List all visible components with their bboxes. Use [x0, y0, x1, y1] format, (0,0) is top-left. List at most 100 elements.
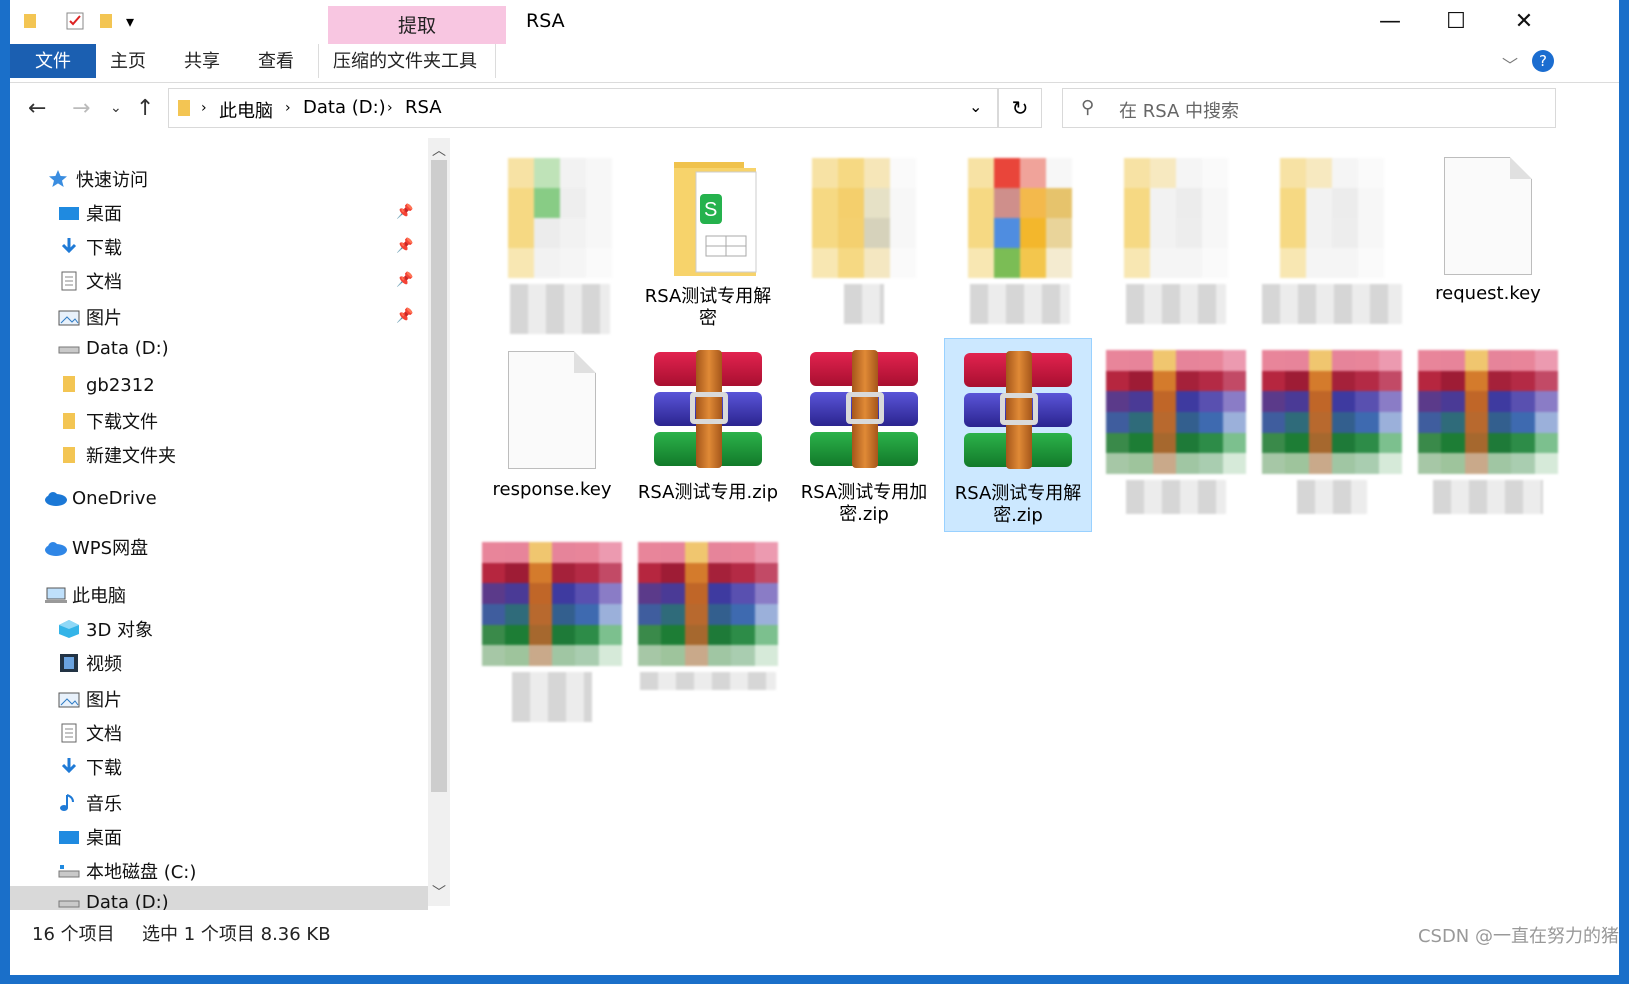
scroll-down-icon[interactable]: ﹀ — [428, 882, 450, 902]
nav-music[interactable]: 音乐 — [58, 790, 122, 816]
minimize-button[interactable]: — — [1362, 6, 1418, 38]
search-input[interactable]: ⚲ 在 RSA 中搜索 — [1062, 88, 1556, 128]
chevron-down-icon[interactable]: ⌄ — [969, 97, 982, 116]
svg-text:S: S — [704, 199, 717, 221]
blurred-label — [1126, 284, 1226, 324]
ribbon-expand-icon[interactable]: ﹀ — [1502, 52, 1518, 76]
help-icon[interactable]: ? — [1532, 50, 1554, 72]
file-item-blurred[interactable] — [1102, 158, 1250, 324]
file-item-blurred[interactable] — [1102, 350, 1250, 514]
nav-gb2312[interactable]: gb2312 — [58, 374, 155, 396]
context-tab-extract[interactable]: 提取 — [328, 6, 506, 44]
nav-downloads[interactable]: 下载 — [58, 234, 122, 260]
file-item-blurred[interactable] — [634, 542, 782, 690]
forward-arrow-icon[interactable]: → — [72, 96, 90, 121]
file-item-rsa-decrypt-folder[interactable]: S RSA测试专用解密 — [634, 158, 782, 330]
folder-icon — [177, 98, 191, 123]
file-item-rsa-encrypt-zip[interactable]: RSA测试专用加密.zip — [790, 348, 938, 526]
nav-download-files[interactable]: 下载文件 — [58, 408, 158, 434]
up-arrow-icon[interactable]: ↑ — [136, 96, 154, 121]
pin-icon[interactable]: 📌 — [396, 238, 413, 254]
ribbon: 文件 主页 共享 查看 压缩的文件夹工具 ﹀ ? — [10, 44, 1619, 83]
blurred-label — [512, 672, 592, 722]
explorer-window: ▾ 提取 RSA — ☐ ✕ 文件 主页 共享 查看 压缩的文件夹工具 ﹀ ? … — [10, 0, 1619, 975]
file-item-blurred[interactable] — [486, 158, 634, 334]
pin-icon[interactable]: 📌 — [396, 308, 413, 324]
nav-data-drive[interactable]: Data (D:) — [58, 338, 169, 359]
file-item-rsa-zip[interactable]: RSA测试专用.zip — [634, 348, 782, 504]
nav-this-pc[interactable]: 此电脑 — [44, 582, 126, 608]
file-item-blurred[interactable] — [1414, 350, 1562, 514]
window-title: RSA — [526, 10, 565, 32]
blurred-thumbnail — [812, 158, 916, 278]
nav-pc-pictures[interactable]: 图片 — [58, 686, 122, 712]
nav-documents[interactable]: 文档 — [58, 268, 122, 294]
blurred-thumbnail — [1262, 350, 1402, 474]
chevron-right-icon: › — [387, 100, 393, 116]
film-icon — [58, 653, 80, 673]
wps-folder-icon: S — [646, 158, 770, 282]
nav-videos[interactable]: 视频 — [58, 650, 122, 676]
tab-file[interactable]: 文件 — [10, 44, 96, 78]
breadcrumb-this-pc[interactable]: 此电脑 — [219, 97, 273, 123]
blurred-thumbnail — [1280, 158, 1384, 278]
nav-pc-downloads[interactable]: 下载 — [58, 754, 122, 780]
folder-icon[interactable] — [22, 12, 38, 34]
drive-icon — [58, 339, 80, 359]
music-note-icon — [58, 793, 80, 813]
file-item-rsa-decrypt-zip[interactable]: RSA测试专用解密.zip — [944, 338, 1092, 532]
chevron-right-icon: › — [201, 100, 207, 116]
nav-pc-desktop[interactable]: 桌面 — [58, 824, 122, 850]
nav-quick-access[interactable]: 快速访问 — [48, 166, 148, 192]
pin-icon[interactable]: 📌 — [396, 204, 413, 220]
maximize-button[interactable]: ☐ — [1428, 6, 1484, 38]
close-button[interactable]: ✕ — [1496, 6, 1552, 38]
properties-icon[interactable] — [66, 12, 84, 34]
nav-wps[interactable]: WPS网盘 — [44, 534, 148, 560]
address-bar[interactable]: › 此电脑 › Data (D:) › RSA ⌄ — [168, 88, 998, 128]
file-item-blurred[interactable] — [946, 158, 1094, 324]
file-item-request-key[interactable]: request.key — [1414, 154, 1562, 305]
scroll-thumb[interactable] — [431, 160, 447, 792]
file-name: RSA测试专用加密.zip — [800, 482, 928, 525]
blurred-thumbnail — [1124, 158, 1228, 278]
blurred-label — [510, 284, 610, 334]
tab-compressed-folder-tools[interactable]: 压缩的文件夹工具 — [318, 44, 496, 78]
recent-locations-icon[interactable]: ⌄ — [110, 100, 122, 116]
search-icon: ⚲ — [1081, 97, 1095, 118]
winrar-archive-icon — [646, 348, 770, 472]
nav-onedrive[interactable]: OneDrive — [44, 488, 157, 509]
new-folder-icon[interactable] — [98, 12, 114, 34]
pin-icon[interactable]: 📌 — [396, 272, 413, 288]
nav-new-folder[interactable]: 新建文件夹 — [58, 442, 176, 468]
scroll-up-icon[interactable]: ︿ — [428, 140, 450, 160]
breadcrumb-rsa[interactable]: RSA — [405, 97, 442, 118]
nav-label: 新建文件夹 — [86, 446, 176, 467]
tab-view[interactable]: 查看 — [244, 44, 308, 78]
document-icon — [58, 271, 80, 291]
file-item-blurred[interactable] — [1258, 158, 1406, 324]
customize-toolbar-icon[interactable]: ▾ — [126, 12, 134, 31]
file-item-response-key[interactable]: response.key — [478, 348, 626, 501]
nav-label: 下载 — [86, 238, 122, 259]
nav-label: 文档 — [86, 272, 122, 293]
file-item-blurred[interactable] — [478, 542, 626, 722]
nav-pictures[interactable]: 图片 — [58, 304, 122, 330]
blurred-label — [970, 284, 1070, 324]
breadcrumb-data-drive[interactable]: Data (D:) — [303, 97, 386, 118]
item-count: 16 个项目 — [32, 924, 115, 945]
tab-share[interactable]: 共享 — [170, 44, 234, 78]
refresh-button[interactable]: ↻ — [998, 88, 1042, 128]
nav-desktop[interactable]: 桌面 — [58, 200, 122, 226]
tab-home[interactable]: 主页 — [96, 44, 160, 78]
nav-pc-data-drive[interactable]: Data (D:) — [10, 886, 428, 910]
nav-label: gb2312 — [86, 375, 155, 396]
nav-scrollbar[interactable]: ︿ ﹀ — [428, 138, 450, 906]
nav-local-disk-c[interactable]: 本地磁盘 (C:) — [58, 858, 196, 884]
file-item-blurred[interactable] — [1258, 350, 1406, 514]
file-item-blurred[interactable] — [790, 158, 938, 324]
nav-pc-documents[interactable]: 文档 — [58, 720, 122, 746]
nav-label: 下载 — [86, 758, 122, 779]
back-arrow-icon[interactable]: ← — [28, 96, 46, 121]
nav-3d-objects[interactable]: 3D 对象 — [58, 616, 153, 642]
